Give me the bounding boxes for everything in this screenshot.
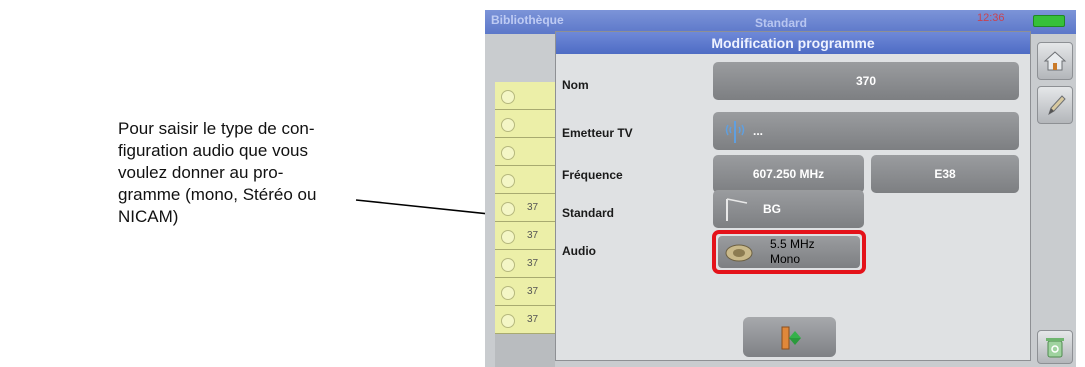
list-item-number: 37 <box>527 314 539 325</box>
pencil-icon <box>1048 95 1066 116</box>
confirm-button[interactable] <box>743 317 836 357</box>
program-list: 37 37 37 37 37 <box>495 82 555 367</box>
trash-icon <box>1046 338 1064 358</box>
clock: 12:36 <box>977 12 1005 24</box>
radio-icon[interactable] <box>501 202 515 216</box>
radio-icon[interactable] <box>501 286 515 300</box>
radio-icon[interactable] <box>501 258 515 272</box>
radio-icon[interactable] <box>501 146 515 160</box>
audio-label: Audio <box>562 244 596 258</box>
battery-icon <box>1033 15 1065 27</box>
list-item[interactable] <box>495 110 555 138</box>
tv-transmitter-label: Emetteur TV <box>562 126 633 140</box>
dialog-title: Modification programme <box>556 32 1030 54</box>
home-button[interactable] <box>1037 42 1073 80</box>
standard-label: Standard <box>562 206 615 220</box>
list-item-number: 37 <box>527 286 539 297</box>
list-item[interactable]: 37 <box>495 222 555 250</box>
radio-icon[interactable] <box>501 314 515 328</box>
edit-program-dialog: Modification programme Nom 370 Emetteur … <box>555 31 1031 361</box>
frequency-value: 607.250 MHz <box>752 167 825 181</box>
name-field[interactable]: 370 <box>713 62 1019 100</box>
list-item[interactable]: 37 <box>495 278 555 306</box>
list-item[interactable] <box>495 82 555 110</box>
list-item[interactable] <box>495 166 555 194</box>
audio-frequency: 5.5 MHz <box>770 237 815 251</box>
radio-icon[interactable] <box>501 174 515 188</box>
device-screen: Bibliothèque Standard 12:36 37 37 37 37 … <box>485 10 1076 367</box>
list-item[interactable]: 37 <box>495 194 555 222</box>
list-item-number: 37 <box>527 258 539 269</box>
tv-transmitter-value: ... <box>753 124 764 138</box>
frequency-label: Fréquence <box>562 168 623 182</box>
list-item[interactable]: 37 <box>495 250 555 278</box>
delete-button[interactable] <box>1037 330 1073 364</box>
name-label: Nom <box>562 78 589 92</box>
list-item-number: 37 <box>527 230 539 241</box>
frequency-field[interactable]: 607.250 MHz <box>713 155 864 193</box>
antenna-icon <box>725 121 745 143</box>
list-item[interactable]: 37 <box>495 306 555 334</box>
library-tab[interactable]: Bibliothèque <box>491 13 564 27</box>
tv-icon <box>726 198 748 221</box>
channel-value: E38 <box>934 167 956 181</box>
home-icon <box>1043 51 1067 71</box>
audio-field-highlight[interactable]: 5.5 MHz Mono <box>712 230 866 274</box>
standard-title: Standard <box>755 16 808 30</box>
radio-icon[interactable] <box>501 118 515 132</box>
standard-field[interactable]: BG <box>713 190 864 228</box>
audio-mode: Mono <box>770 252 801 266</box>
standard-value: BG <box>763 202 781 216</box>
edit-button[interactable] <box>1037 86 1073 124</box>
channel-field[interactable]: E38 <box>871 155 1019 193</box>
speaker-icon <box>725 244 753 262</box>
radio-icon[interactable] <box>501 230 515 244</box>
tv-transmitter-field[interactable]: ... <box>713 112 1019 150</box>
confirm-icon <box>781 326 801 350</box>
name-value: 370 <box>855 74 877 88</box>
audio-field[interactable]: 5.5 MHz Mono <box>718 236 860 268</box>
radio-icon[interactable] <box>501 90 515 104</box>
list-item[interactable] <box>495 138 555 166</box>
list-item-number: 37 <box>527 202 539 213</box>
